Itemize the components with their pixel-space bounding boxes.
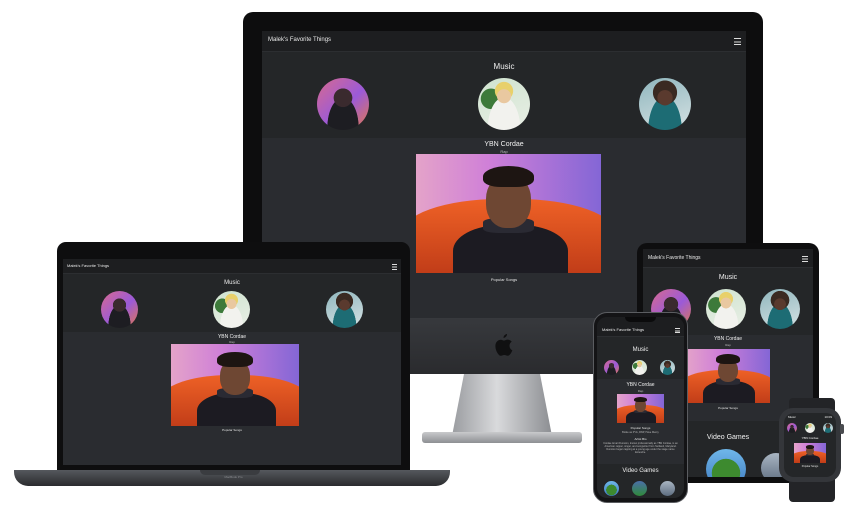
artist-avatar-3[interactable] [823, 423, 833, 433]
artist-photo [794, 443, 826, 463]
artist-avatar-2[interactable] [632, 360, 647, 375]
artist-avatar-1[interactable] [604, 360, 619, 375]
laptop-brand-label: MacBook Pro [224, 475, 243, 479]
game-thumbnail-1[interactable] [706, 449, 746, 477]
section-title-music: Music [493, 62, 515, 71]
artist-avatar-3[interactable] [639, 78, 691, 130]
navbar: Malek's Favorite Things [643, 249, 813, 268]
artist-avatar-2[interactable] [706, 289, 746, 329]
artist-photo [171, 344, 299, 426]
popular-songs-label: Popular Songs [801, 465, 819, 468]
imac-stand-base [422, 432, 582, 443]
game-thumbnail-3[interactable] [660, 481, 675, 496]
apple-logo-icon [493, 334, 513, 356]
site-title[interactable]: Malek's Favorite Things [648, 255, 701, 261]
artist-photo [686, 349, 770, 403]
section-title-music: Music [632, 347, 649, 353]
phone-notch [625, 317, 656, 322]
artist-name: YBN Cordae [801, 436, 819, 440]
artist-avatar-1[interactable] [787, 423, 797, 433]
popular-songs-label: Popular Songs [630, 426, 651, 430]
popular-songs-text: Broke as F*ck, RNP, Have Mercy [622, 431, 659, 434]
site-title[interactable]: Malek's Favorite Things [602, 327, 644, 332]
artist-avatar-2[interactable] [805, 423, 815, 433]
artist-photo [416, 154, 601, 273]
artist-avatar-1[interactable] [317, 78, 369, 130]
artist-avatar-2[interactable] [213, 291, 250, 328]
artist-bio-label: Artist Bio [634, 437, 647, 441]
section-title-music: Music [718, 274, 738, 281]
artist-genre: Rap [637, 389, 644, 393]
game-thumbnail-1[interactable] [604, 481, 619, 496]
watch-clock: 10:09 [824, 415, 832, 419]
watch-app-title: Music [788, 415, 796, 419]
menu-icon[interactable] [392, 264, 397, 270]
navbar: Malek's Favorite Things [262, 31, 746, 52]
section-title-games: Video Games [622, 468, 659, 474]
watch-screen: Music 10:09 YBN Cordae Popular Songs [784, 413, 836, 477]
popular-songs-label: Popular Songs [222, 428, 242, 432]
game-thumbnail-2[interactable] [632, 481, 647, 496]
phone-screen: Malek's Favorite Things Music YBN Cordae… [597, 317, 684, 498]
artist-photo [617, 394, 664, 423]
artist-name: YBN Cordae [626, 382, 655, 388]
artist-bio-text: Cordae Amari Dunston, known professional… [603, 442, 678, 454]
imac-stand [452, 374, 552, 436]
menu-icon[interactable] [675, 328, 680, 333]
artist-avatar-2[interactable] [478, 78, 530, 130]
artist-avatar-3[interactable] [326, 291, 363, 328]
section-title-music: Music [224, 280, 240, 286]
artist-avatar-3[interactable] [760, 289, 800, 329]
artist-avatar-1[interactable] [101, 291, 138, 328]
laptop-screen: Malek's Favorite Things Music YBN Cordae… [63, 259, 401, 465]
site-title[interactable]: Malek's Favorite Things [67, 263, 109, 268]
menu-icon[interactable] [802, 256, 808, 262]
navbar: Malek's Favorite Things [63, 259, 401, 274]
artist-avatar-3[interactable] [660, 360, 675, 375]
artist-name: YBN Cordae [484, 141, 524, 148]
site-title[interactable]: Malek's Favorite Things [268, 37, 331, 43]
menu-icon[interactable] [734, 38, 741, 45]
watch-crown [840, 424, 844, 434]
